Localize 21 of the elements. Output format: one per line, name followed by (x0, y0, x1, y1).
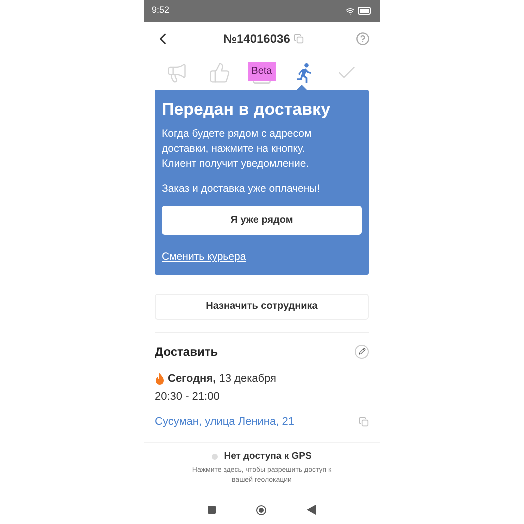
battery-icon (358, 7, 372, 15)
address-link[interactable]: Сусуман, улица Ленина, 21 (155, 414, 294, 430)
wifi-icon (346, 6, 355, 16)
order-number: №14016036 (224, 31, 290, 48)
beta-badge: Beta (248, 62, 276, 81)
gps-title: Нет доступа к GPS (224, 450, 312, 464)
section-heading: Доставить (155, 344, 218, 360)
nearby-button[interactable]: Я уже рядом (162, 206, 362, 235)
status-time: 9:52 (152, 4, 170, 18)
edit-button[interactable] (355, 344, 369, 358)
assign-button[interactable]: Назначить сотрудника (155, 294, 369, 320)
delivery-date: Сегодня, 13 декабря (168, 372, 276, 386)
change-courier-link[interactable]: Сменить курьера (162, 251, 246, 263)
card-text: Когда будете рядом с адресом доставки, нажмите на кнопку. Клиент получит уведомление. (162, 127, 313, 172)
card-title: Передан в доставку (162, 99, 332, 121)
back-triangle-icon[interactable] (307, 505, 316, 515)
payment-note: Заказ и доставка уже оплачены! (162, 182, 322, 197)
home-icon[interactable] (256, 504, 267, 516)
delivery-time: 20:30 - 21:00 (155, 390, 221, 405)
pencil-icon (358, 348, 366, 355)
fire-icon (155, 372, 165, 385)
